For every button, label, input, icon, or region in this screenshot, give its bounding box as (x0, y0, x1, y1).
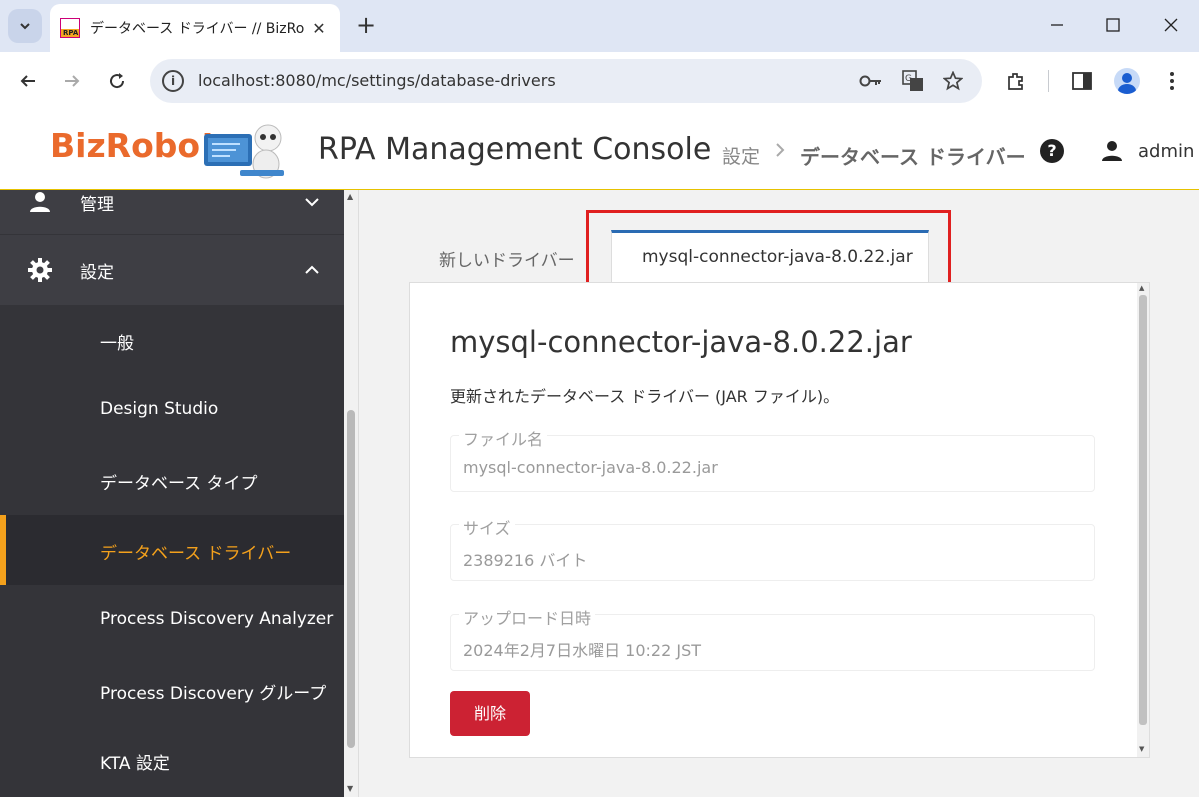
robot-logo-icon (204, 124, 284, 179)
size-field: サイズ 2389216 バイト (450, 515, 1095, 581)
sidebar-scrollbar[interactable]: ▲ ▼ (344, 190, 358, 797)
close-icon[interactable]: ✕ (308, 19, 330, 38)
chevron-down-icon (305, 198, 319, 207)
minimize-icon[interactable] (1042, 10, 1072, 40)
sidebar-item-design-studio[interactable]: Design Studio (0, 375, 344, 445)
app-title: RPA Management Console (318, 132, 712, 167)
app-header: BizRobo! RPA Management Console 設定 データベー… (0, 110, 1199, 190)
browser-tabstrip: RPA データベース ドライバー // BizRobo! N ✕ + (0, 0, 1199, 52)
address-url[interactable]: localhost:8080/mc/settings/database-driv… (198, 71, 556, 90)
side-panel-icon[interactable] (1066, 65, 1098, 97)
browser-toolbar: i localhost:8080/mc/settings/database-dr… (0, 52, 1199, 110)
field-label: ファイル名 (459, 426, 548, 450)
chevron-up-icon (305, 265, 319, 274)
panel-scrollbar[interactable]: ▲ ▼ (1137, 283, 1149, 757)
delete-button[interactable]: 削除 (450, 691, 530, 736)
more-menu-icon[interactable] (1156, 65, 1188, 97)
sidebar-item-label: KTA 設定 (100, 754, 170, 774)
field-value: mysql-connector-java-8.0.22.jar (463, 458, 718, 477)
sidebar-item-general[interactable]: 一般 (0, 305, 344, 375)
person-icon (26, 190, 54, 216)
help-icon[interactable]: ? (1040, 139, 1064, 163)
forward-arrow-icon[interactable] (56, 65, 88, 97)
user-name[interactable]: admin (1138, 141, 1194, 162)
field-label: サイズ (459, 515, 515, 539)
profile-avatar[interactable] (1111, 65, 1143, 97)
translate-icon[interactable]: G (900, 68, 926, 94)
svg-text:G: G (905, 74, 912, 84)
toolbar-divider (1048, 70, 1049, 92)
panel-title: mysql-connector-java-8.0.22.jar (450, 325, 912, 359)
sidebar-item-label: データベース タイプ (100, 474, 258, 494)
extensions-icon[interactable] (1000, 65, 1032, 97)
new-tab-button[interactable]: + (352, 12, 380, 40)
sidebar-item-kta-settings[interactable]: KTA 設定 (0, 725, 344, 795)
address-bar[interactable]: i localhost:8080/mc/settings/database-dr… (150, 59, 982, 103)
scroll-down-icon[interactable]: ▼ (347, 784, 353, 793)
site-info-icon[interactable]: i (162, 70, 184, 92)
key-icon[interactable] (858, 68, 884, 94)
window-close-icon[interactable] (1156, 10, 1186, 40)
browser-tab-title: データベース ドライバー // BizRobo! N (90, 21, 305, 37)
sidebar-item-process-discovery-analyzer[interactable]: Process Discovery Analyzer (0, 585, 344, 655)
user-icon[interactable] (1100, 139, 1124, 163)
panel-description: 更新されたデータベース ドライバー (JAR ファイル)。 (450, 387, 840, 406)
sidebar-item-label: Design Studio (100, 399, 219, 419)
field-label: アップロード日時 (459, 605, 596, 629)
gear-icon (26, 256, 54, 284)
browser-tab[interactable]: RPA データベース ドライバー // BizRobo! N ✕ (50, 4, 340, 52)
breadcrumb-settings[interactable]: 設定 (722, 142, 760, 169)
scroll-up-icon[interactable]: ▲ (347, 192, 353, 201)
sidebar-section-settings[interactable]: 設定 (0, 235, 344, 305)
scroll-up-icon[interactable]: ▲ (1139, 284, 1144, 292)
sidebar-item-database-types[interactable]: データベース タイプ (0, 445, 344, 515)
sidebar-item-label: Process Discovery グループ (100, 684, 327, 704)
field-value: 2389216 バイト (463, 551, 588, 570)
breadcrumb-current: データベース ドライバー (800, 145, 1026, 169)
sidebar-item-process-discovery-groups[interactable]: Process Discovery グループ (0, 655, 344, 725)
back-arrow-icon[interactable] (12, 65, 44, 97)
breadcrumb-chevron-icon (774, 140, 786, 164)
sidebar-scroll-thumb[interactable] (347, 410, 355, 748)
bookmark-star-icon[interactable] (940, 68, 966, 94)
panel-scroll-thumb[interactable] (1139, 295, 1147, 725)
sidebar-section-label: 設定 (80, 262, 114, 283)
scroll-down-icon[interactable]: ▼ (1139, 745, 1144, 753)
main-content: 新しいドライバー mysql-connector-java-8.0.22.jar… (359, 190, 1199, 797)
field-value: 2024年2月7日水曜日 10:22 JST (463, 641, 702, 660)
sidebar-section-admin[interactable]: 管理 (0, 190, 344, 234)
sidebar-item-label: データベース ドライバー (100, 544, 292, 564)
maximize-icon[interactable] (1098, 10, 1128, 40)
rpa-favicon-icon: RPA (60, 18, 80, 38)
sidebar-item-label: 一般 (100, 334, 134, 354)
reload-icon[interactable] (101, 65, 133, 97)
sidebar-item-database-drivers[interactable]: データベース ドライバー (0, 515, 344, 585)
logo-text: BizRobo! (50, 126, 216, 165)
chevron-down-icon (20, 23, 30, 30)
sidebar-item-label: Process Discovery Analyzer (100, 609, 334, 629)
tab-search-button[interactable] (8, 9, 42, 43)
upload-date-field: アップロード日時 2024年2月7日水曜日 10:22 JST (450, 605, 1095, 671)
tab-new-driver[interactable]: 新しいドライバー (439, 246, 575, 271)
sidebar: 管理 設定 一般 Design Studio データベース タイプ データベース… (0, 190, 344, 797)
driver-detail-panel: mysql-connector-java-8.0.22.jar 更新されたデータ… (409, 282, 1150, 758)
sidebar-section-label: 管理 (80, 195, 114, 215)
file-name-field: ファイル名 mysql-connector-java-8.0.22.jar (450, 426, 1095, 492)
